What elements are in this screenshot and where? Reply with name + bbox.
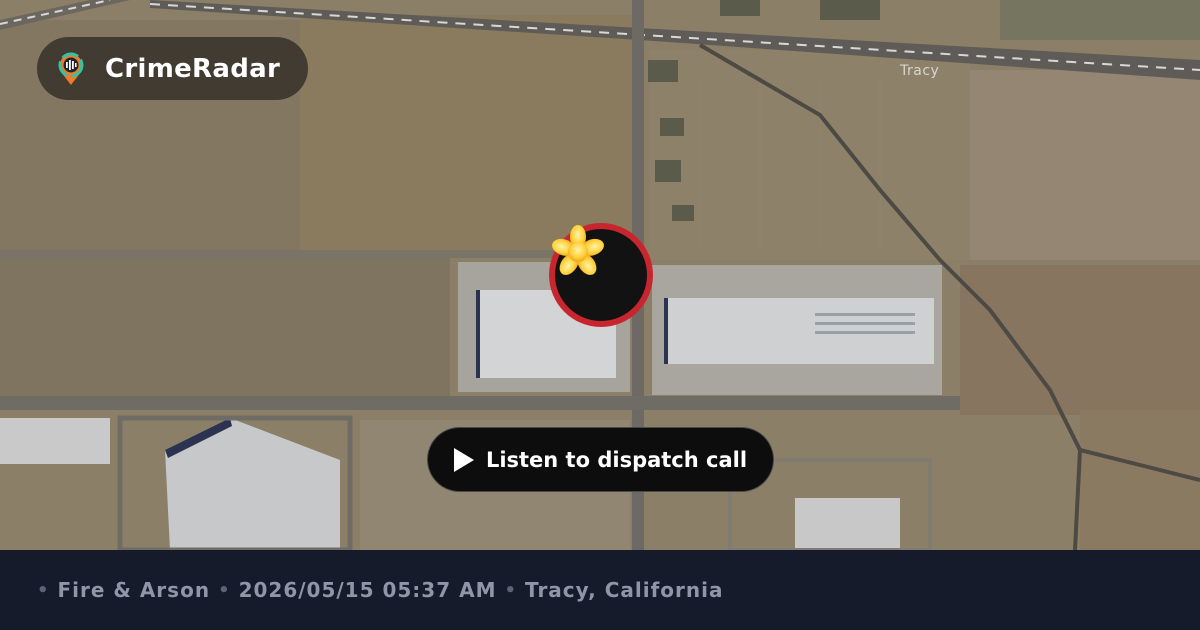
incident-marker[interactable] [549,223,653,327]
radar-pin-icon [58,52,84,85]
incident-datetime: 2026/05/15 05:37 AM [238,578,497,602]
incident-location: Tracy, California [525,578,724,602]
brand-badge[interactable]: CrimeRadar [37,37,308,100]
bullet-icon: • [504,579,517,601]
brand-name: CrimeRadar [105,53,281,84]
play-icon [453,447,474,472]
listen-label: Listen to dispatch call [485,447,748,472]
fire-asterisk-icon [552,225,604,275]
incident-category: Fire & Arson [57,578,211,602]
marker-inner [552,225,647,321]
incident-info-bar: • Fire & Arson • 2026/05/15 05:37 AM • T… [0,550,1200,630]
map-place-label: Tracy [900,63,940,79]
bullet-icon: • [37,579,50,601]
listen-dispatch-button[interactable]: Listen to dispatch call [427,427,774,492]
bullet-icon: • [218,579,231,601]
